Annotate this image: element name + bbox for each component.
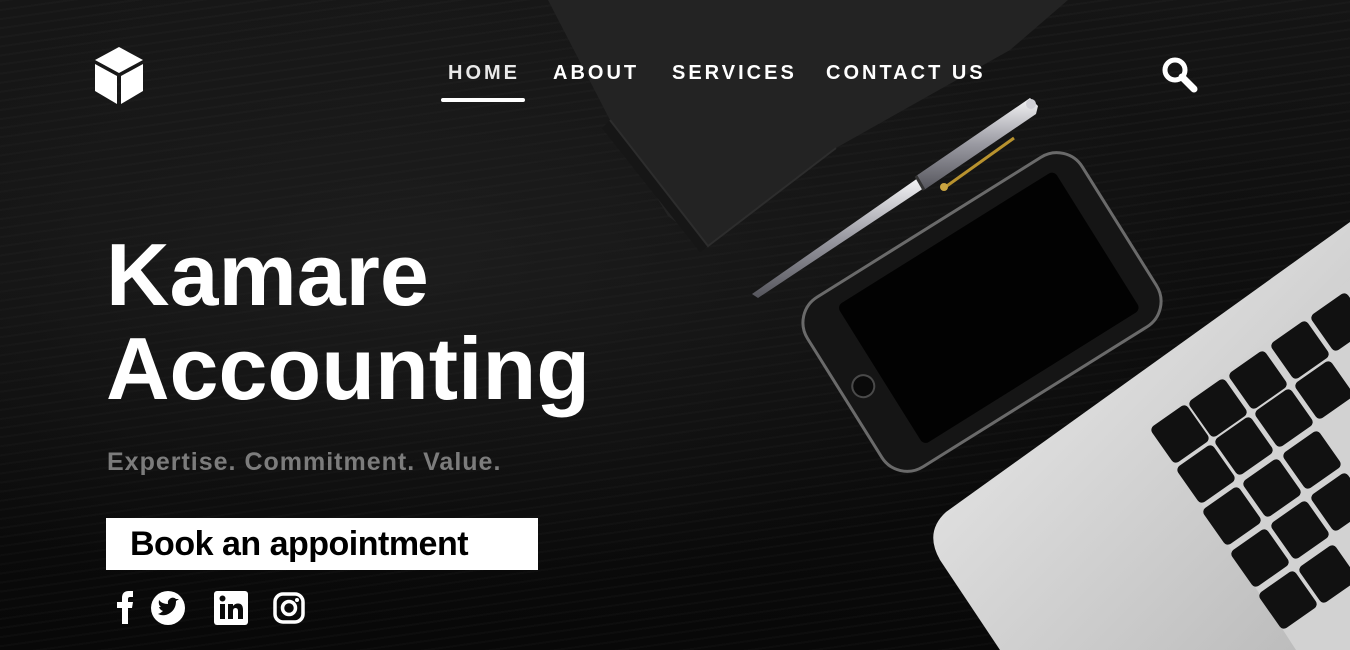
instagram-icon[interactable]	[271, 588, 307, 628]
nav-about[interactable]: ABOUT	[553, 62, 639, 85]
page-title: Kamare Accounting	[106, 228, 590, 416]
nav-services[interactable]: SERVICES	[672, 62, 797, 85]
twitter-icon[interactable]	[149, 588, 187, 628]
facebook-icon[interactable]	[113, 588, 137, 628]
linkedin-icon[interactable]	[212, 588, 250, 628]
nav-active-indicator	[441, 98, 525, 102]
title-line-2: Accounting	[106, 319, 590, 418]
cube-logo-icon[interactable]	[92, 45, 146, 107]
nav-home[interactable]: HOME	[448, 62, 520, 85]
title-line-1: Kamare	[106, 225, 429, 324]
book-appointment-button[interactable]: Book an appointment	[106, 518, 538, 570]
nav-contact-us[interactable]: CONTACT US	[826, 62, 986, 85]
search-icon[interactable]	[1160, 55, 1200, 95]
tagline: Expertise. Commitment. Value.	[107, 448, 502, 476]
